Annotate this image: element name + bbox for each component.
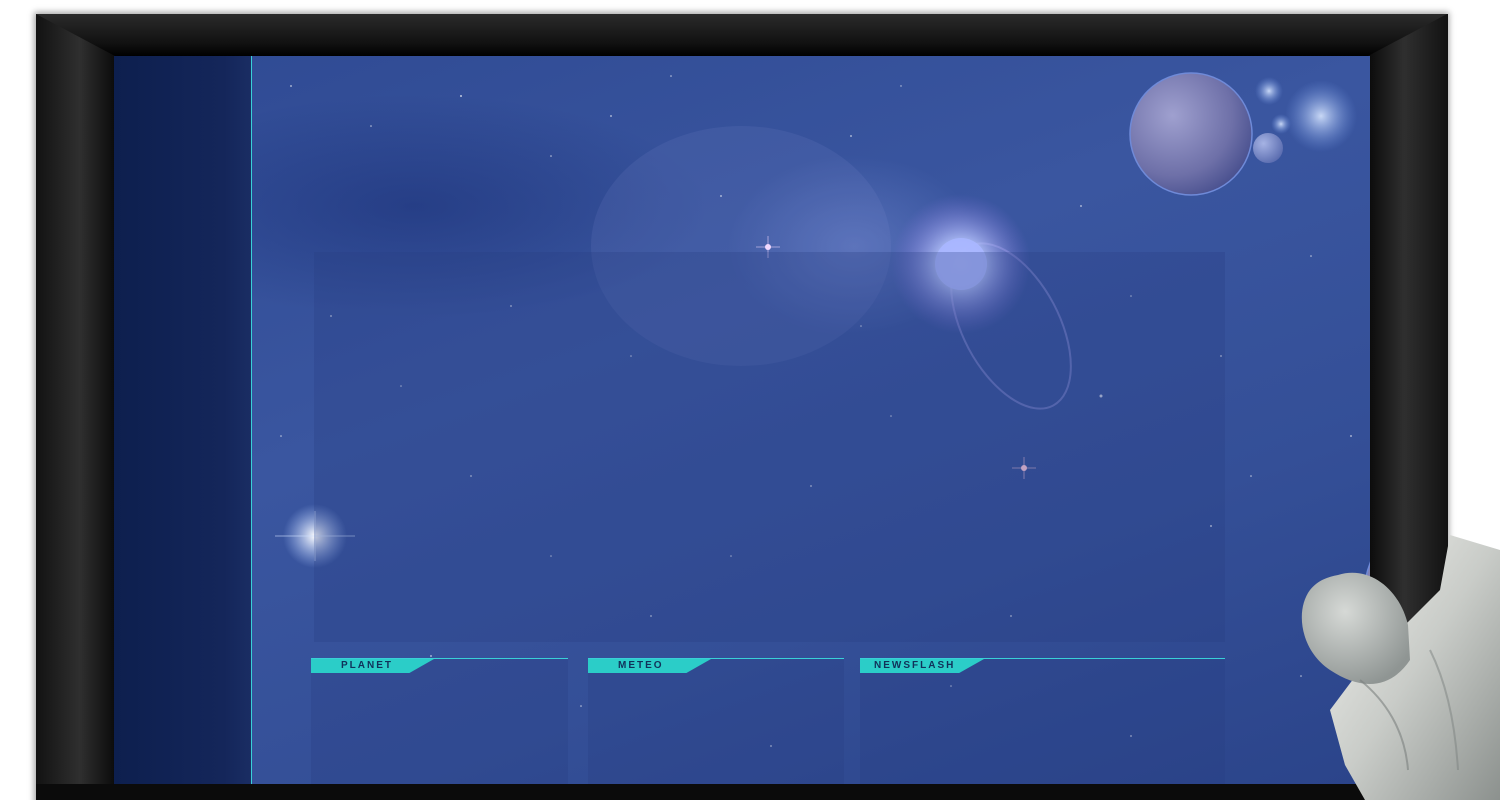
- left-sidebar-panel: [114, 56, 252, 784]
- screen: PLANET METEO NEWSFLASH: [114, 56, 1370, 784]
- widget-tab-planet[interactable]: PLANET: [311, 659, 434, 673]
- widget-label-planet: PLANET: [341, 660, 393, 671]
- widget-tab-newsflash[interactable]: NEWSFLASH: [860, 659, 984, 673]
- widget-planet: PLANET: [311, 658, 568, 784]
- bezel-bottom: [36, 784, 1447, 800]
- star-cluster-icon: [1285, 80, 1357, 152]
- widget-label-meteo: METEO: [618, 660, 664, 671]
- planet-moon-icon: [1253, 133, 1283, 163]
- widget-label-newsflash: NEWSFLASH: [874, 660, 956, 671]
- main-content-panel: [314, 252, 1225, 642]
- planet-large-icon: [1129, 72, 1253, 196]
- bezel-top: [36, 14, 1447, 56]
- widget-newsflash: NEWSFLASH: [860, 658, 1225, 784]
- widget-meteo: METEO: [588, 658, 844, 784]
- widget-tab-meteo[interactable]: METEO: [588, 659, 711, 673]
- bezel-left: [36, 14, 116, 800]
- stage: PLANET METEO NEWSFLASH: [0, 0, 1500, 800]
- astronaut-glove-image: [1301, 535, 1500, 800]
